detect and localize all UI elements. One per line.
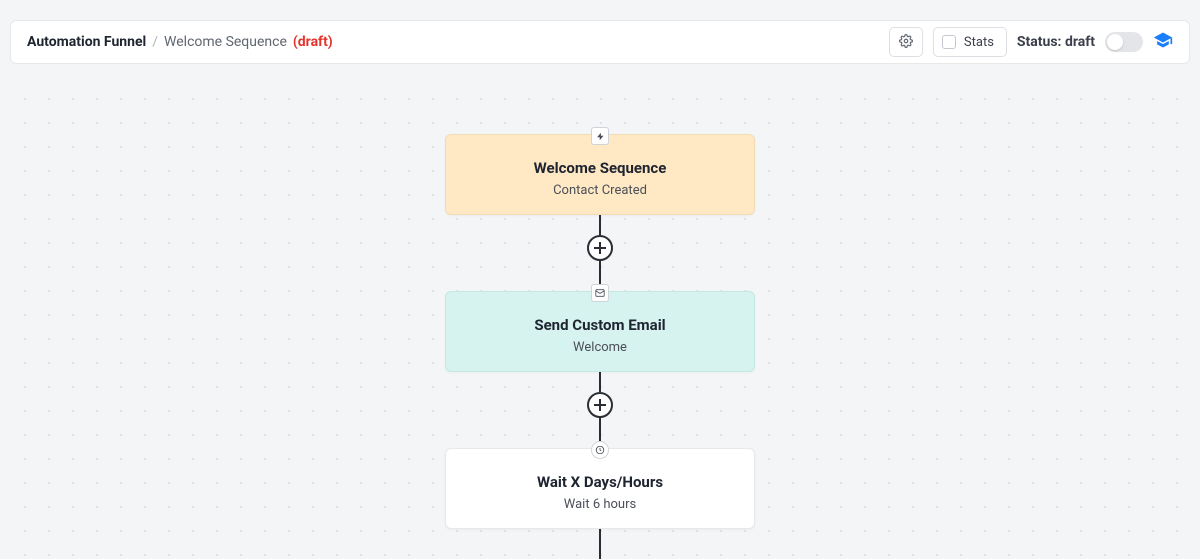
stats-checkbox xyxy=(942,35,956,49)
node-subtitle: Contact Created xyxy=(462,183,738,198)
breadcrumb-root[interactable]: Automation Funnel xyxy=(27,34,146,50)
stats-toggle-button[interactable]: Stats xyxy=(933,27,1007,57)
header-actions: Stats Status: draft xyxy=(889,27,1173,57)
settings-button[interactable] xyxy=(889,27,923,57)
wait-node[interactable]: Wait X Days/Hours Wait 6 hours xyxy=(445,448,755,529)
breadcrumb-current: Welcome Sequence xyxy=(164,34,287,50)
header-bar: Automation Funnel / Welcome Sequence (dr… xyxy=(10,20,1190,64)
stats-label: Stats xyxy=(964,35,994,50)
email-node[interactable]: Send Custom Email Welcome xyxy=(445,291,755,372)
add-step-button[interactable] xyxy=(587,235,613,261)
node-subtitle: Wait 6 hours xyxy=(462,497,738,512)
gear-icon xyxy=(899,33,913,52)
node-title: Wait X Days/Hours xyxy=(462,473,738,491)
flow-canvas[interactable]: Welcome Sequence Contact Created Send Cu… xyxy=(10,84,1190,556)
node-subtitle: Welcome xyxy=(462,340,738,355)
connector-line xyxy=(599,372,601,392)
help-button[interactable] xyxy=(1153,30,1173,54)
clock-icon xyxy=(591,441,609,459)
node-title: Send Custom Email xyxy=(462,316,738,334)
flow-container: Welcome Sequence Contact Created Send Cu… xyxy=(445,134,755,559)
connector-line xyxy=(599,215,601,235)
trigger-node[interactable]: Welcome Sequence Contact Created xyxy=(445,134,755,215)
connector-line xyxy=(599,529,601,559)
bolt-icon xyxy=(591,127,609,145)
breadcrumb: Automation Funnel / Welcome Sequence (dr… xyxy=(27,34,333,50)
status-toggle[interactable] xyxy=(1105,32,1143,52)
breadcrumb-separator: / xyxy=(152,34,158,50)
add-step-button[interactable] xyxy=(587,392,613,418)
toggle-knob xyxy=(1107,34,1123,50)
breadcrumb-draft-tag: (draft) xyxy=(293,34,333,50)
status-label: Status: draft xyxy=(1017,34,1095,50)
email-icon xyxy=(591,284,609,302)
graduation-cap-icon xyxy=(1153,30,1173,54)
node-title: Welcome Sequence xyxy=(462,159,738,177)
